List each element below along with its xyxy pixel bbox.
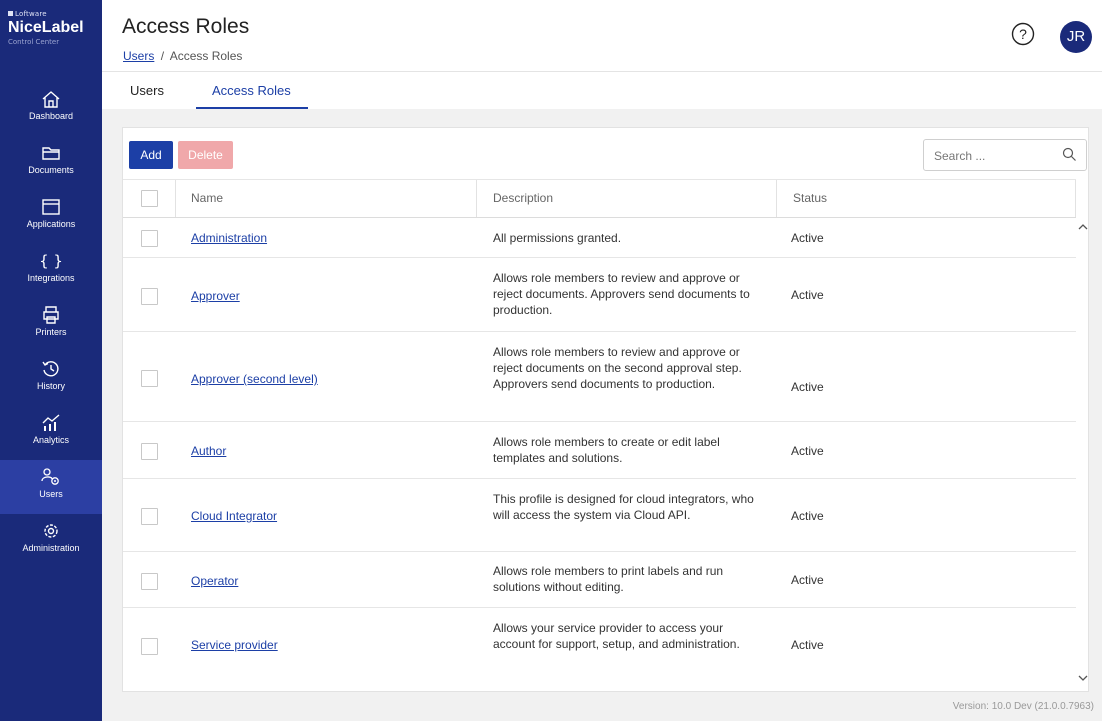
sidebar-item-label: Printers [35, 327, 67, 337]
sidebar-item-applications[interactable]: Applications [0, 190, 102, 244]
role-status: Active [791, 509, 824, 523]
column-header-name[interactable]: Name [191, 180, 223, 217]
row-checkbox[interactable] [141, 443, 158, 460]
svg-text:{ }: { } [40, 252, 62, 270]
braces-icon: { } [40, 252, 62, 270]
analytics-icon [42, 414, 60, 431]
sidebar-item-label: Analytics [32, 435, 69, 445]
table-row[interactable]: Administration All permissions granted. … [123, 217, 1076, 258]
users-gear-icon [41, 468, 59, 485]
breadcrumb-link-users[interactable]: Users [123, 49, 154, 63]
tab-access-roles[interactable]: Access Roles [212, 83, 291, 98]
window-icon [42, 199, 60, 215]
role-name-link[interactable]: Approver (second level) [191, 372, 318, 386]
product-name: NiceLabel [8, 19, 84, 36]
table-header: Name Description Status [123, 179, 1076, 218]
row-checkbox[interactable] [141, 508, 158, 525]
row-checkbox[interactable] [141, 638, 158, 655]
table-row[interactable]: Author Allows role members to create or … [123, 422, 1076, 479]
role-status: Active [791, 380, 824, 394]
sidebar-item-label: History [36, 381, 65, 391]
role-description: Allows role members to review and approv… [493, 345, 742, 391]
sidebar-item-history[interactable]: History [0, 352, 102, 406]
role-description: Allows role members to print labels and … [493, 564, 724, 594]
role-status: Active [791, 288, 824, 302]
table-scrollbar[interactable] [1076, 179, 1087, 690]
column-divider [175, 180, 176, 217]
delete-button[interactable]: Delete [178, 141, 233, 169]
gear-icon [44, 524, 58, 538]
table-row[interactable]: Approver Allows role members to review a… [123, 258, 1076, 332]
row-checkbox[interactable] [141, 573, 158, 590]
role-status: Active [791, 638, 824, 652]
home-icon [42, 91, 60, 108]
page-title: Access Roles [122, 15, 250, 38]
table-row[interactable]: Approver (second level) Allows role memb… [123, 332, 1076, 422]
role-status: Active [791, 444, 824, 458]
chevron-up-icon[interactable] [1076, 220, 1090, 234]
tab-users[interactable]: Users [130, 83, 164, 98]
sidebar-item-printers[interactable]: Printers [0, 298, 102, 352]
role-name-link[interactable]: Administration [191, 231, 267, 245]
role-name-link[interactable]: Operator [191, 574, 238, 588]
row-checkbox[interactable] [141, 288, 158, 305]
product-subtitle: Control Center [8, 38, 60, 46]
role-description: All permissions granted. [493, 231, 622, 245]
sidebar-item-documents[interactable]: Documents [0, 136, 102, 190]
sidebar-item-administration[interactable]: Administration [0, 514, 102, 568]
help-icon[interactable]: ? [1011, 22, 1035, 46]
chevron-down-icon[interactable] [1076, 671, 1090, 685]
role-description: Allows role members to review and approv… [493, 271, 750, 317]
sidebar-item-integrations[interactable]: { } Integrations [0, 244, 102, 298]
role-name-link[interactable]: Approver [191, 289, 240, 303]
role-description: This profile is designed for cloud integ… [493, 492, 754, 522]
role-description: Allows role members to create or edit la… [493, 435, 720, 465]
table-row[interactable]: Service provider Allows your service pro… [123, 608, 1076, 688]
sidebar-item-users[interactable]: Users [0, 460, 102, 514]
version-label: Version: 10.0 Dev (21.0.0.7963) [952, 701, 1094, 712]
vendor-logo: Loftware [8, 10, 84, 18]
row-checkbox[interactable] [141, 370, 158, 387]
breadcrumb-current: Access Roles [169, 49, 243, 63]
search-box [923, 139, 1087, 171]
breadcrumb: Users / Access Roles [123, 49, 242, 63]
sidebar-item-label: Integrations [27, 273, 75, 283]
table-row[interactable]: Operator Allows role members to print la… [123, 552, 1076, 608]
search-input[interactable] [932, 146, 1056, 166]
sidebar-item-label: Applications [26, 219, 76, 229]
sidebar: Loftware NiceLabel Control Center Dashbo… [0, 0, 102, 721]
brand-logo[interactable]: Loftware NiceLabel Control Center [8, 10, 84, 46]
history-icon [42, 361, 59, 377]
role-name-link[interactable]: Cloud Integrator [191, 509, 277, 523]
select-all-checkbox[interactable] [141, 190, 158, 207]
folder-icon [42, 147, 60, 160]
column-header-description[interactable]: Description [493, 180, 553, 217]
printer-icon [43, 306, 59, 324]
header-divider [102, 71, 1102, 72]
table-row[interactable]: Cloud Integrator This profile is designe… [123, 479, 1076, 552]
sidebar-item-analytics[interactable]: Analytics [0, 406, 102, 460]
column-header-status[interactable]: Status [793, 180, 827, 217]
role-name-link[interactable]: Author [191, 444, 226, 458]
role-status: Active [791, 573, 824, 587]
role-name-link[interactable]: Service provider [191, 638, 278, 652]
role-status: Active [791, 231, 824, 245]
role-description: Allows your service provider to access y… [493, 621, 740, 651]
sidebar-item-dashboard[interactable]: Dashboard [0, 82, 102, 136]
sidebar-item-label: Administration [22, 543, 80, 553]
avatar[interactable]: JR [1060, 21, 1092, 53]
svg-text:?: ? [1019, 26, 1027, 42]
sidebar-item-label: Documents [28, 165, 74, 175]
sidebar-item-label: Users [39, 489, 63, 499]
breadcrumb-separator: / [160, 49, 165, 63]
row-checkbox[interactable] [141, 230, 158, 247]
column-divider [476, 180, 477, 217]
sidebar-item-label: Dashboard [28, 111, 74, 121]
search-icon[interactable] [1062, 147, 1077, 162]
add-button[interactable]: Add [129, 141, 173, 169]
column-divider [776, 180, 777, 217]
